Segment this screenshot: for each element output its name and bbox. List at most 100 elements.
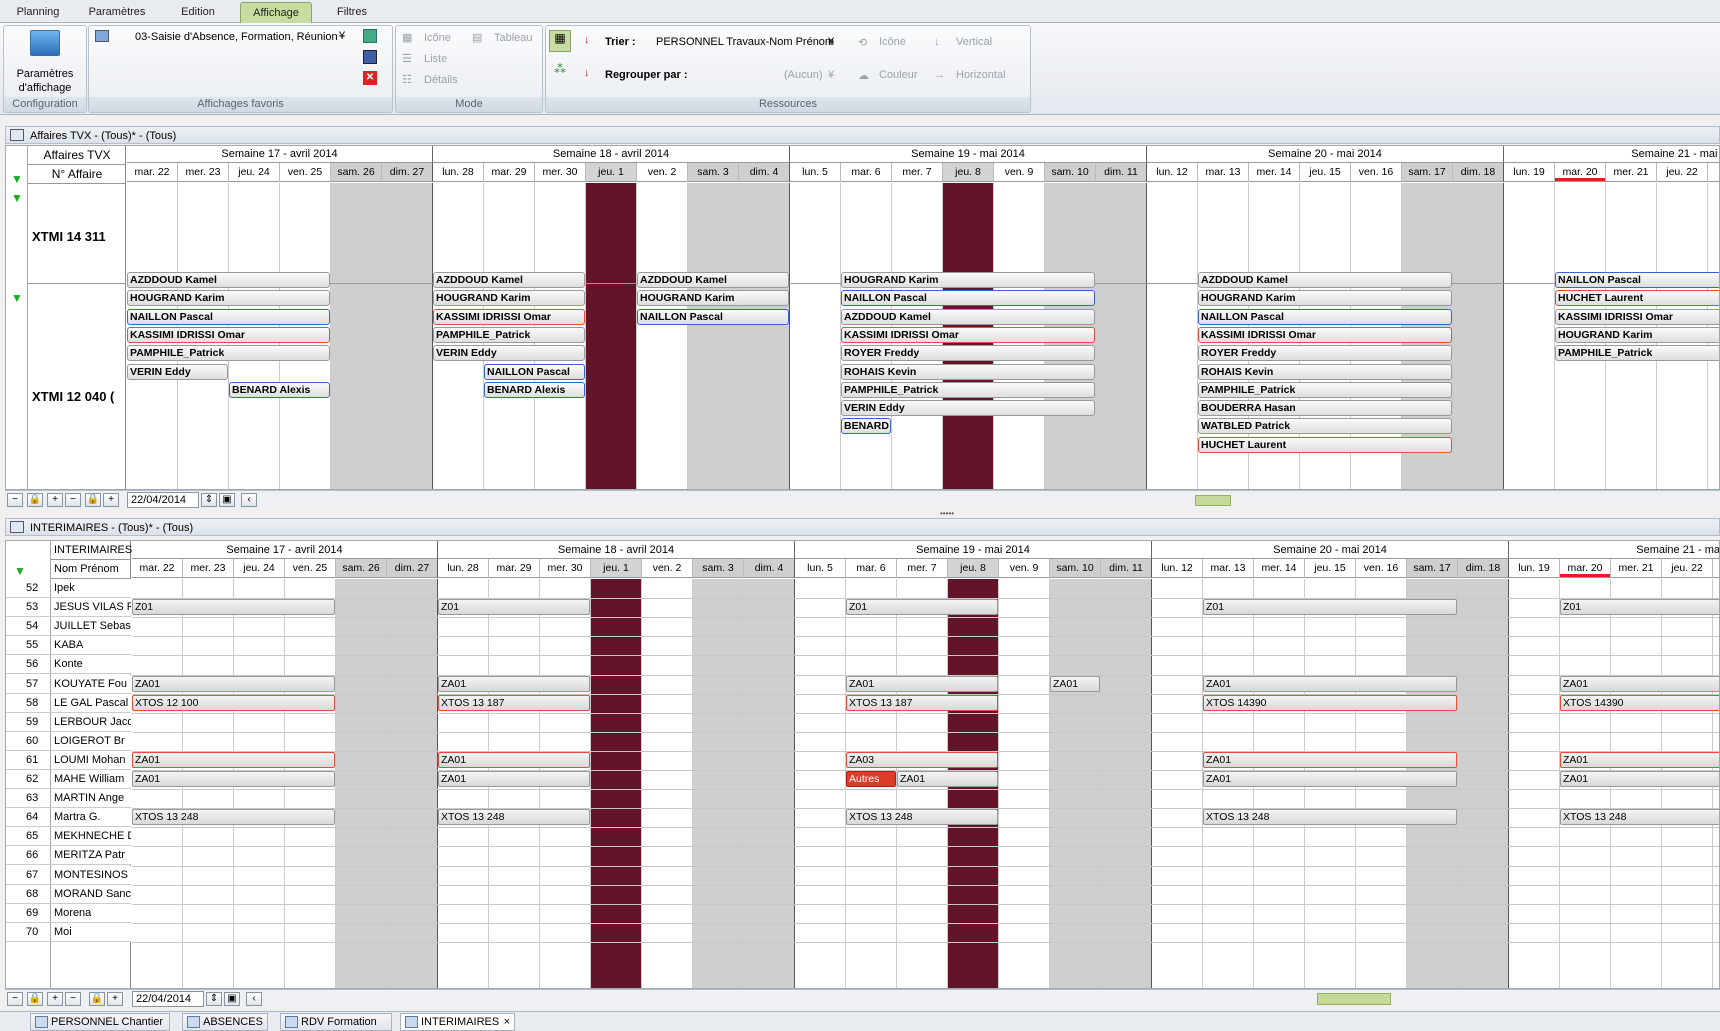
row-name[interactable]: MARTIN Ange xyxy=(51,789,131,808)
interim-bar[interactable]: ZA01 xyxy=(1203,676,1457,692)
p2-day-11[interactable]: sam. 3 xyxy=(693,559,744,578)
p1-col-13[interactable] xyxy=(790,183,841,489)
p1-day-17[interactable]: ven. 9 xyxy=(994,163,1045,182)
lock2-icon-2[interactable]: 🔒 xyxy=(89,992,105,1006)
interim-bar[interactable]: ZA01 xyxy=(1050,676,1100,692)
p2-day-4[interactable]: sam. 26 xyxy=(336,559,387,578)
tree-icon[interactable]: ⁂ xyxy=(553,62,567,76)
p2-day-3[interactable]: ven. 25 xyxy=(285,559,336,578)
row-name[interactable]: MONTESINOS xyxy=(51,866,131,885)
p1-day-9[interactable]: jeu. 1 xyxy=(586,163,637,182)
assignment-bar[interactable]: NAILLON Pascal xyxy=(484,364,585,380)
grid-toggle-icon[interactable]: ▦ xyxy=(549,30,571,52)
assignment-bar[interactable]: AZDDOUD Kamel xyxy=(1198,272,1452,288)
p2-day-22[interactable]: mer. 14 xyxy=(1254,559,1305,578)
interim-bar[interactable]: ZA03 xyxy=(846,752,998,768)
p1-day-26[interactable]: dim. 18 xyxy=(1453,163,1504,182)
assignment-bar[interactable]: BOUDERRA Hasan xyxy=(1198,400,1452,416)
interim-bar[interactable]: ZA01 xyxy=(1560,771,1719,787)
p1-day-30[interactable]: jeu. 22 xyxy=(1657,163,1708,182)
row-name[interactable]: JUILLET Sebas xyxy=(51,617,131,636)
p2-day-28[interactable]: mar. 20 xyxy=(1560,559,1611,578)
p1-day-25[interactable]: sam. 17 xyxy=(1402,163,1453,182)
row-name[interactable]: Ipek xyxy=(51,579,131,598)
row-name[interactable]: Moi xyxy=(51,923,131,942)
interim-bar[interactable]: ZA01 xyxy=(1560,676,1719,692)
row-name[interactable]: LOUMI Mohan xyxy=(51,751,131,770)
interim-bar[interactable]: XTOS 12 100 xyxy=(132,695,335,711)
p1-col-4[interactable] xyxy=(331,183,382,489)
p2-day-15[interactable]: mer. 7 xyxy=(897,559,948,578)
delete-icon[interactable]: ✕ xyxy=(363,71,377,85)
interim-bar[interactable]: XTOS 13 248 xyxy=(132,809,335,825)
lock-icon[interactable]: 🔒 xyxy=(27,493,43,507)
interim-bar[interactable]: XTOS 14390 xyxy=(1203,695,1457,711)
p2-col-12[interactable] xyxy=(744,579,795,988)
config-label-2[interactable]: d'affichage xyxy=(4,82,86,94)
p1-col-20[interactable] xyxy=(1147,183,1198,489)
interim-bar[interactable]: ZA01 xyxy=(132,676,335,692)
p1-day-21[interactable]: mar. 13 xyxy=(1198,163,1249,182)
p1-day-11[interactable]: sam. 3 xyxy=(688,163,739,182)
row-name[interactable]: MERITZA Patr xyxy=(51,846,131,865)
assignment-bar[interactable]: HUCHET Laurent xyxy=(1198,437,1452,453)
p1-col-9[interactable] xyxy=(586,183,637,489)
p2-col-10[interactable] xyxy=(642,579,693,988)
p2-day-7[interactable]: mar. 29 xyxy=(489,559,540,578)
p1-day-16[interactable]: jeu. 8 xyxy=(943,163,994,182)
p2-day-19[interactable]: dim. 11 xyxy=(1101,559,1152,578)
add2-button-2[interactable]: + xyxy=(107,992,123,1006)
p2-day-30[interactable]: jeu. 22 xyxy=(1662,559,1713,578)
panel2-calendar[interactable]: Semaine 17 - avril 2014 Semaine 18 - avri… xyxy=(132,541,1719,988)
p2-col-20[interactable] xyxy=(1152,579,1203,988)
p1-col-5[interactable] xyxy=(382,183,433,489)
res-vertical[interactable]: Vertical xyxy=(956,36,992,48)
assignment-bar[interactable]: AZDDOUD Kamel xyxy=(841,309,1095,325)
assignment-bar[interactable]: ROHAIS Kevin xyxy=(1198,364,1452,380)
filter-icon[interactable]: ▼ xyxy=(11,172,23,186)
chevron-down-icon[interactable]: ¥ xyxy=(339,30,345,42)
p2-day-2[interactable]: jeu. 24 xyxy=(234,559,285,578)
assignment-bar[interactable]: ROYER Freddy xyxy=(841,345,1095,361)
p2-col-18[interactable] xyxy=(1050,579,1101,988)
mode-icone[interactable]: Icône xyxy=(424,32,451,44)
date-spinner-icon[interactable]: ⇕ xyxy=(201,493,217,507)
row-name[interactable]: MAHE William xyxy=(51,770,131,789)
filter-icon-panel2[interactable]: ▼ xyxy=(14,564,26,578)
p2-day-12[interactable]: dim. 4 xyxy=(744,559,795,578)
interim-bar[interactable]: Z01 xyxy=(1203,599,1457,615)
assignment-bar[interactable]: BENARD Alexis xyxy=(229,382,330,398)
p1-col-12[interactable] xyxy=(739,183,790,489)
panel2-grid[interactable]: ▼ INTERIMAIRES Nom Prénom 52 Ipek 53 JESUS … xyxy=(5,540,1720,989)
p1-day-18[interactable]: sam. 10 xyxy=(1045,163,1096,182)
menu-tab-2[interactable]: Edition xyxy=(170,2,226,23)
interim-bar[interactable]: ZA01 xyxy=(897,771,998,787)
p2-day-1[interactable]: mer. 23 xyxy=(183,559,234,578)
assignment-bar[interactable]: ROHAIS Kevin xyxy=(841,364,1095,380)
assignment-bar[interactable]: KASSIMI IDRISSI Omar xyxy=(1555,309,1719,325)
p2-col-17[interactable] xyxy=(999,579,1050,988)
add-button-2[interactable]: + xyxy=(47,992,63,1006)
splitter-handle[interactable]: ••••• xyxy=(940,509,954,518)
interim-bar[interactable]: ZA01 xyxy=(1560,752,1719,768)
panel1-calendar[interactable]: Semaine 17 - avril 2014 Semaine 18 - avri… xyxy=(127,146,1719,489)
panel2-date-input[interactable]: 22/04/2014 xyxy=(132,991,204,1007)
assignment-bar[interactable]: HOUGRAND Karim xyxy=(127,290,330,306)
assignment-bar[interactable]: NAILLON Pascal xyxy=(637,309,789,325)
scroll-left-button[interactable]: ‹ xyxy=(241,493,257,507)
interim-bar[interactable]: ZA01 xyxy=(846,676,998,692)
row-name[interactable]: Konte xyxy=(51,655,131,674)
group-label-2[interactable]: XTMI 12 040 ( xyxy=(32,389,114,404)
p2-day-31[interactable] xyxy=(1713,559,1719,578)
add-favorite-icon[interactable] xyxy=(363,29,377,43)
p2-day-18[interactable]: sam. 10 xyxy=(1050,559,1101,578)
row-name[interactable]: Martra G. xyxy=(51,808,131,827)
interim-bar[interactable]: XTOS 13 248 xyxy=(1560,809,1719,825)
p1-day-19[interactable]: dim. 11 xyxy=(1096,163,1147,182)
interim-bar[interactable]: Z01 xyxy=(438,599,590,615)
p2-col-13[interactable] xyxy=(795,579,846,988)
row-name[interactable]: MEKHNECHE D xyxy=(51,827,131,846)
assignment-bar[interactable]: HOUGRAND Karim xyxy=(637,290,789,306)
p2-day-0[interactable]: mar. 22 xyxy=(132,559,183,578)
row-name[interactable]: KABA xyxy=(51,636,131,655)
